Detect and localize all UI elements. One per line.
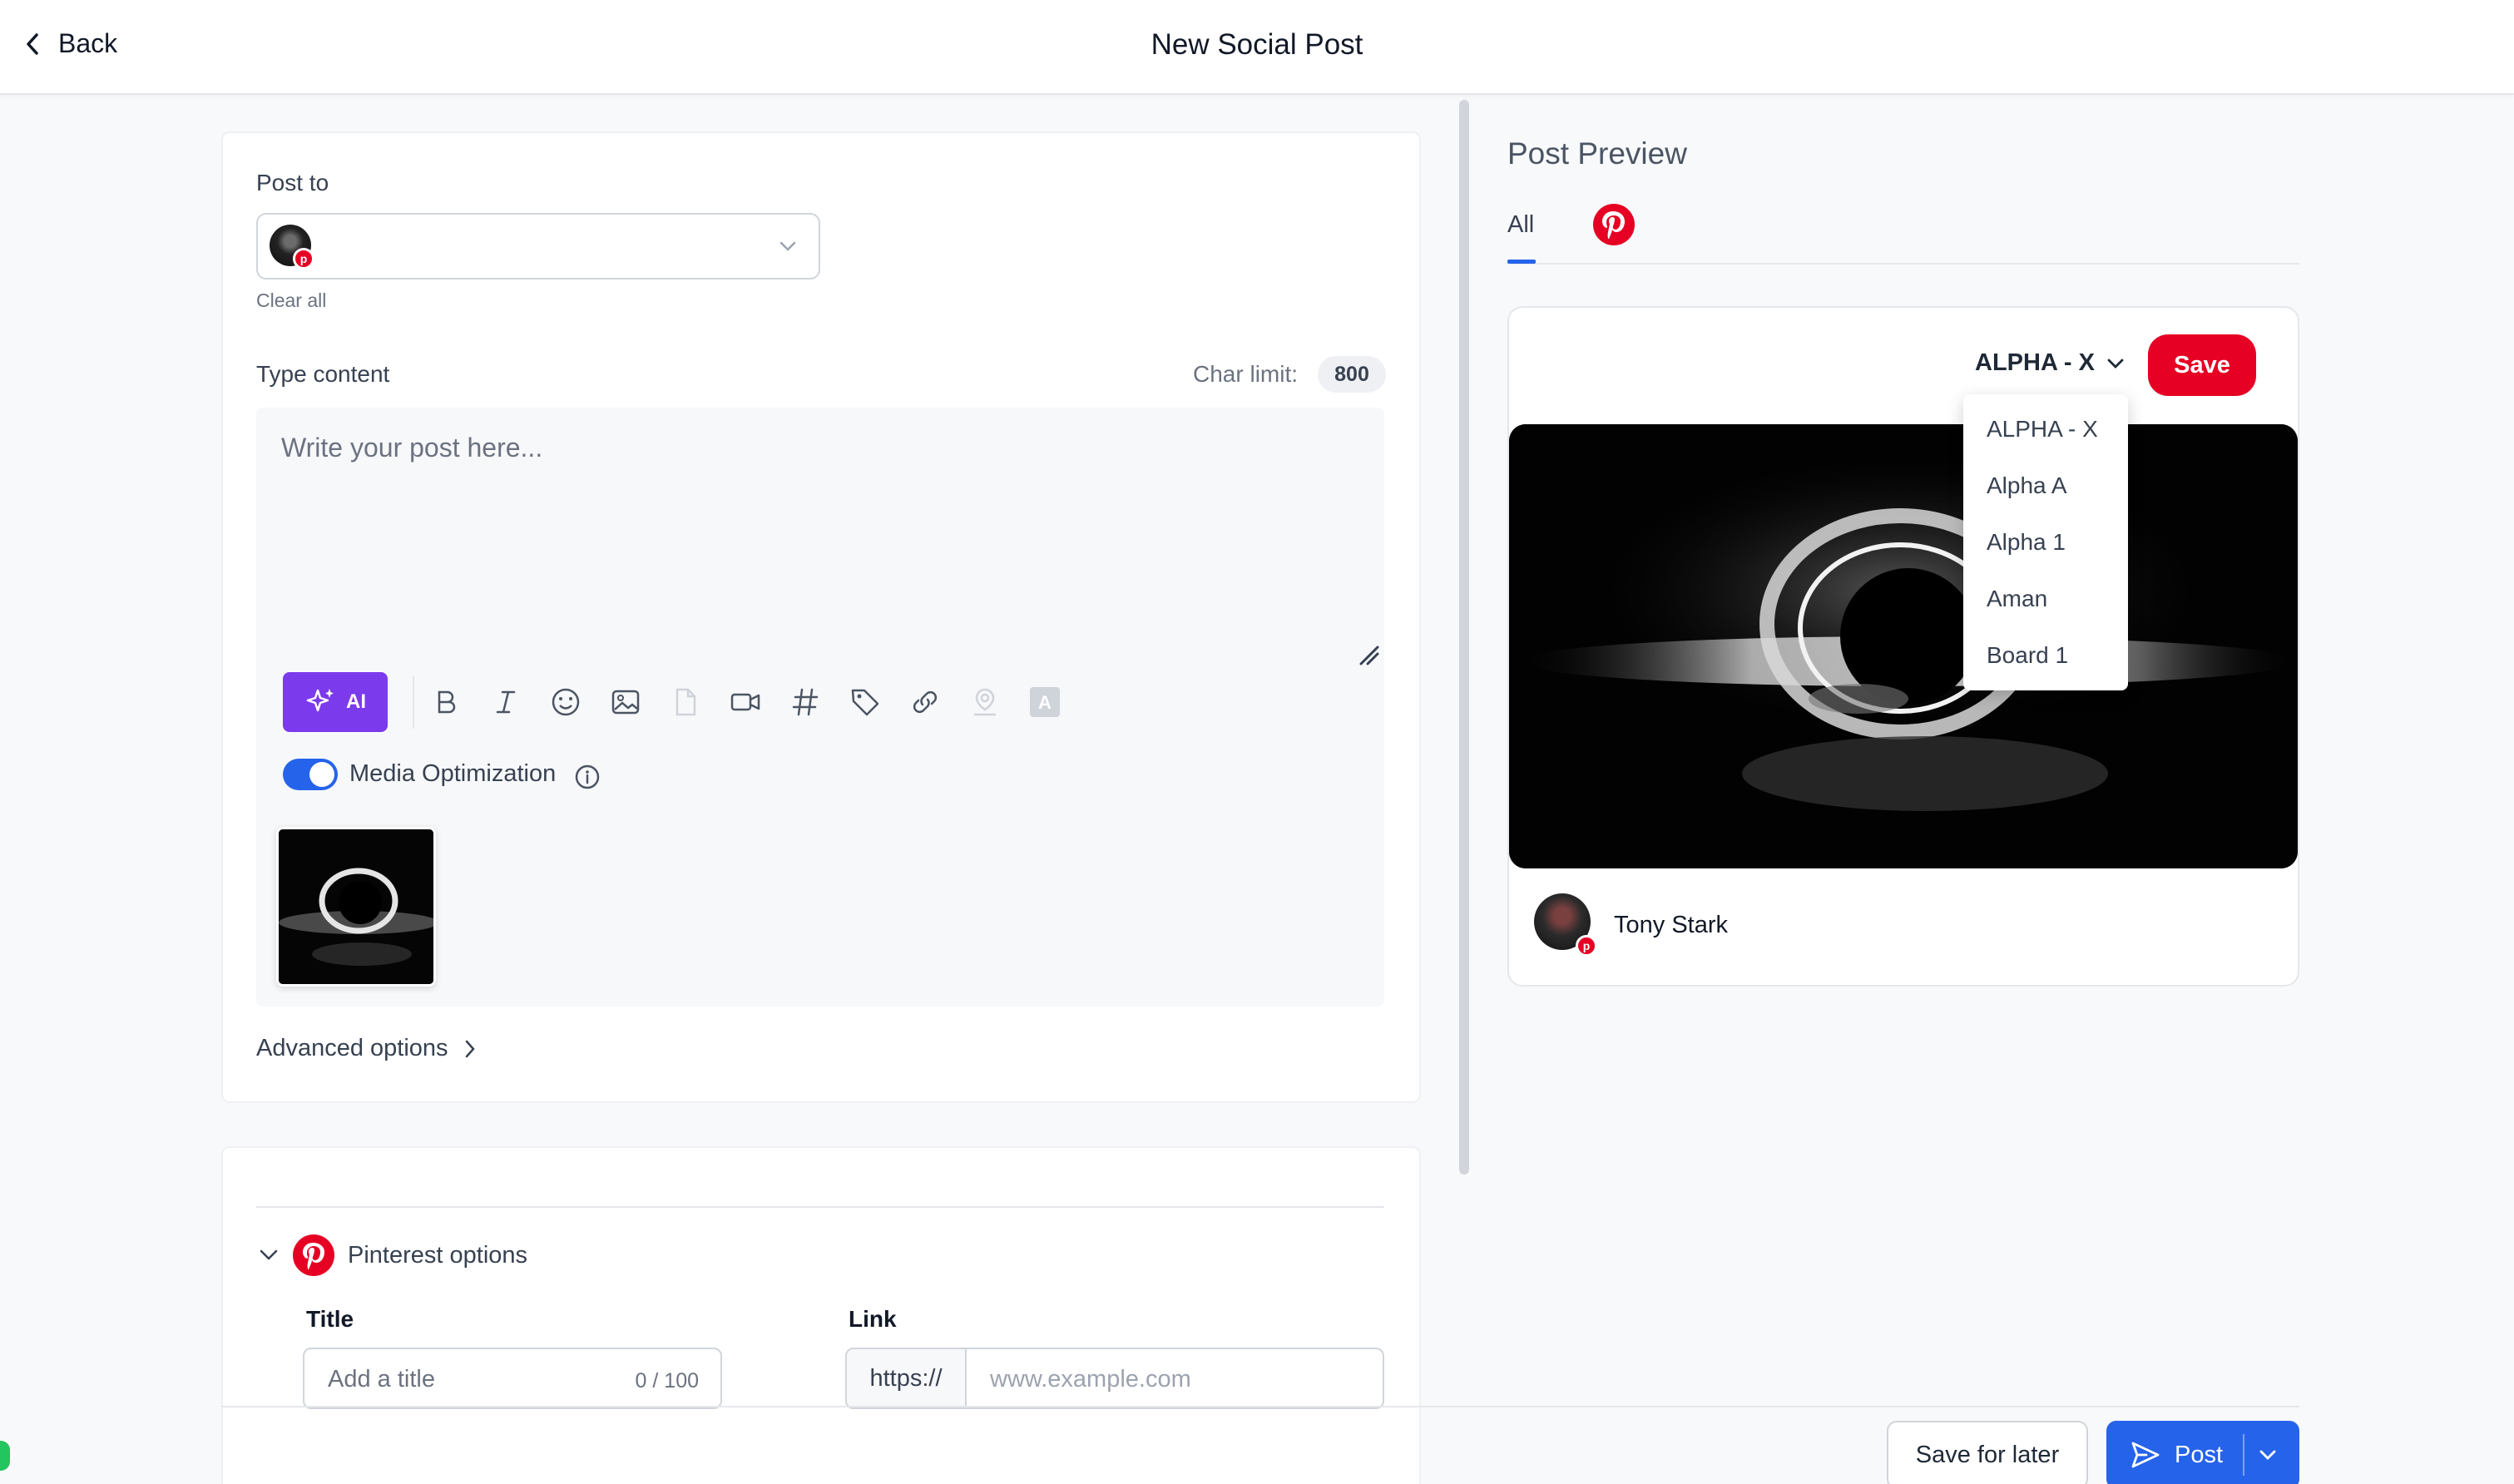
pinterest-badge-icon: p <box>293 248 314 270</box>
emoji-icon[interactable] <box>547 684 584 720</box>
ai-label: AI <box>346 690 366 713</box>
board-option[interactable]: Board 1 <box>1987 642 2068 669</box>
post-to-label: Post to <box>256 170 329 195</box>
chevron-down-icon[interactable] <box>2258 1448 2278 1462</box>
tab-pinterest[interactable] <box>1592 203 1636 250</box>
tab-active-indicator <box>1507 260 1536 264</box>
italic-icon[interactable] <box>487 684 524 720</box>
resize-handle-icon[interactable] <box>1356 642 1381 667</box>
chevron-down-icon <box>260 1249 278 1260</box>
image-icon[interactable] <box>607 684 644 720</box>
pin-title-input[interactable]: Add a title 0 / 100 <box>303 1348 722 1409</box>
page-title: New Social Post <box>1151 28 1363 61</box>
pin-link-input[interactable]: https:// www.example.com <box>845 1348 1384 1409</box>
black-hole-image <box>1509 424 2298 868</box>
link-field-label: Link <box>849 1306 897 1332</box>
sparkle-icon <box>306 689 334 712</box>
chevron-down-icon <box>779 241 796 251</box>
toolbar-divider <box>413 675 414 729</box>
preview-account-name: Tony Stark <box>1614 912 1728 938</box>
pin-title-placeholder: Add a title <box>328 1366 435 1392</box>
chevron-down-icon <box>2107 359 2124 369</box>
status-indicator <box>0 1441 10 1471</box>
board-option[interactable]: Aman <box>1987 586 2047 612</box>
board-selected-label: ALPHA - X <box>1975 349 2095 376</box>
file-icon[interactable] <box>667 684 704 720</box>
pinterest-options-label: Pinterest options <box>348 1241 528 1269</box>
video-icon[interactable] <box>727 684 764 720</box>
board-option[interactable]: Alpha A <box>1987 472 2067 499</box>
advanced-options-label: Advanced options <box>256 1035 448 1061</box>
hashtag-icon[interactable] <box>787 684 824 720</box>
send-icon <box>2131 1442 2160 1468</box>
tag-icon[interactable] <box>847 684 883 720</box>
post-to-select[interactable]: p <box>256 213 820 279</box>
post-placeholder: Write your post here... <box>281 433 543 463</box>
link-icon[interactable] <box>907 684 943 720</box>
split-divider <box>2243 1434 2245 1476</box>
pinterest-badge-icon: p <box>1576 935 1597 957</box>
text-style-icon[interactable]: A <box>1027 684 1063 720</box>
media-optimization-label: Media Optimization <box>349 760 557 787</box>
board-option[interactable]: ALPHA - X <box>1987 416 2098 443</box>
chevron-right-icon <box>465 1040 475 1057</box>
svg-text:A: A <box>1038 692 1052 713</box>
pin-title-counter: 0 / 100 <box>635 1369 699 1392</box>
media-thumbnail[interactable] <box>276 827 436 987</box>
post-button[interactable]: Post <box>2106 1421 2299 1484</box>
pinterest-options-toggle[interactable]: Pinterest options <box>258 1234 527 1276</box>
divider-scrollbar[interactable] <box>1459 100 1469 1175</box>
ai-assist-button[interactable]: AI <box>283 672 388 732</box>
char-limit-value: 800 <box>1318 356 1386 393</box>
clear-all-link[interactable]: Clear all <box>256 289 326 312</box>
tab-all[interactable]: All <box>1507 211 1534 239</box>
preview-tabs: All <box>1507 203 2299 265</box>
board-option[interactable]: Alpha 1 <box>1987 529 2066 556</box>
top-header: Back New Social Post <box>0 0 2514 95</box>
post-label: Post <box>2175 1441 2224 1468</box>
pinterest-logo-icon <box>1593 204 1635 245</box>
section-divider <box>256 1206 1384 1208</box>
media-optimization-toggle[interactable] <box>283 759 338 790</box>
location-icon[interactable] <box>967 684 1003 720</box>
footer-divider <box>221 1406 2299 1407</box>
preview-image <box>1509 424 2298 868</box>
save-for-later-button[interactable]: Save for later <box>1887 1421 2088 1484</box>
board-select[interactable]: ALPHA - X <box>1975 349 2125 377</box>
type-content-label: Type content <box>256 361 390 387</box>
link-placeholder: www.example.com <box>990 1366 1191 1392</box>
title-field-label: Title <box>306 1306 354 1332</box>
post-preview-title: Post Preview <box>1507 136 1687 171</box>
board-dropdown-menu: ALPHA - X Alpha A Alpha 1 Aman Board 1 <box>1963 394 2128 690</box>
char-limit-label: Char limit: <box>1193 361 1299 387</box>
pinterest-logo-icon <box>293 1234 334 1276</box>
pin-save-button[interactable]: Save <box>2148 334 2256 396</box>
pinterest-options-card <box>221 1146 1421 1484</box>
black-hole-image <box>279 829 433 984</box>
advanced-options-toggle[interactable]: Advanced options <box>256 1035 477 1062</box>
link-prefix: https:// <box>847 1349 967 1407</box>
bold-icon[interactable] <box>428 684 464 720</box>
info-icon[interactable] <box>574 764 601 790</box>
